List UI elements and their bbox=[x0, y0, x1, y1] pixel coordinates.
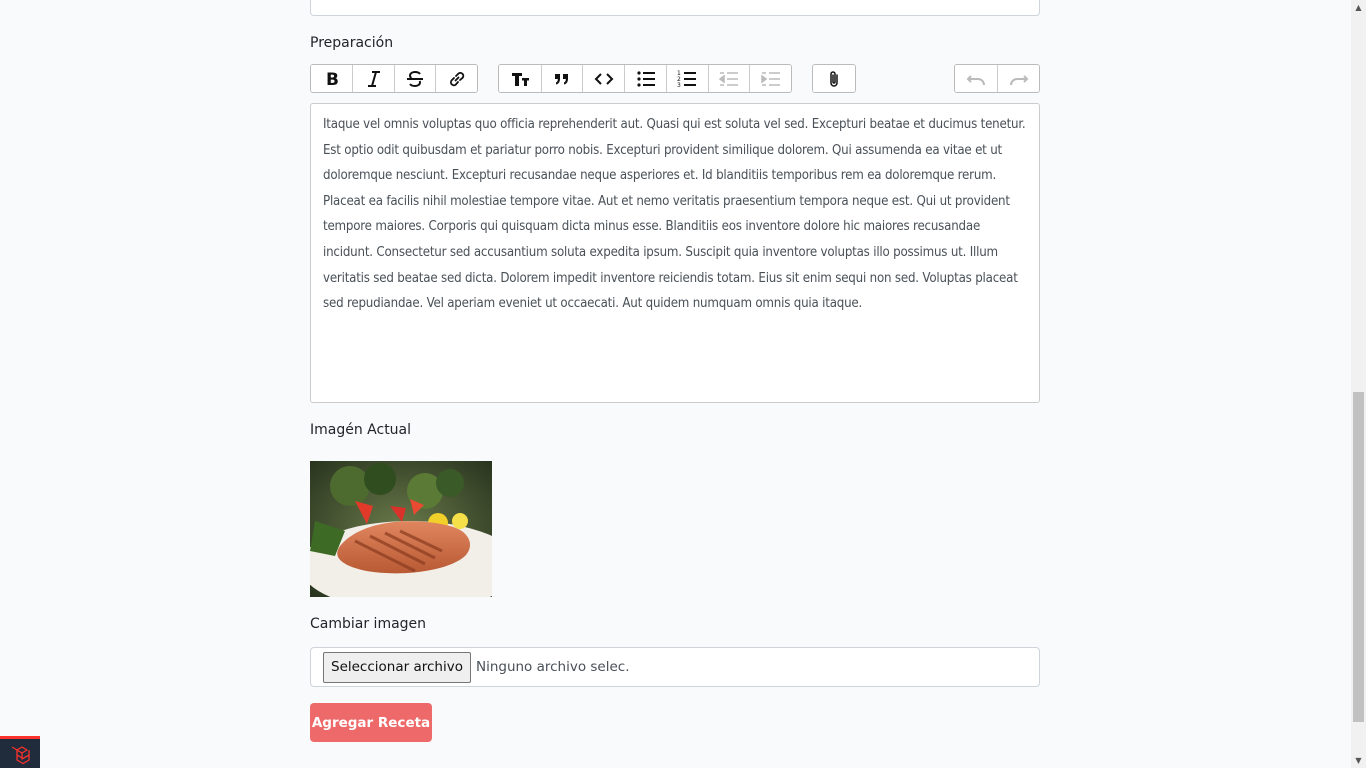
undo-button[interactable] bbox=[955, 65, 997, 92]
previous-field-input[interactable] bbox=[310, 0, 1040, 16]
attach-button[interactable] bbox=[813, 65, 855, 92]
change-image-label: Cambiar imagen bbox=[310, 616, 427, 632]
strikethrough-icon bbox=[407, 70, 424, 87]
preparation-editor[interactable]: Itaque vel omnis voluptas quo officia re… bbox=[310, 103, 1040, 403]
current-recipe-image bbox=[310, 461, 492, 597]
bold-button[interactable]: B bbox=[311, 65, 353, 92]
strikethrough-button[interactable] bbox=[393, 65, 436, 92]
italic-icon bbox=[367, 70, 380, 87]
code-icon bbox=[594, 72, 614, 85]
history-tools-group bbox=[954, 64, 1040, 93]
heading-icon bbox=[511, 72, 529, 86]
heading-button[interactable] bbox=[499, 65, 541, 92]
decrease-indent-button[interactable] bbox=[707, 65, 750, 92]
laravel-logo-icon bbox=[11, 745, 30, 764]
recipe-edit-page: Preparación B 1 2 3 Itaque vel omnis vol… bbox=[0, 0, 1366, 768]
numbered-list-icon: 123 bbox=[677, 70, 697, 89]
editor-toolbar: B 1 2 3 bbox=[310, 64, 1040, 93]
quote-button[interactable] bbox=[540, 65, 583, 92]
code-button[interactable] bbox=[582, 65, 625, 92]
bullet-list-icon bbox=[636, 70, 655, 87]
svg-text:3: 3 bbox=[677, 82, 681, 89]
laravel-debug-badge[interactable] bbox=[0, 736, 40, 768]
decrease-indent-icon bbox=[718, 71, 738, 86]
bullet-list-button[interactable] bbox=[624, 65, 666, 92]
text-tools-group: B bbox=[310, 64, 478, 93]
page-scrollbar[interactable]: ▲ ▼ bbox=[1351, 0, 1366, 768]
file-tools-group bbox=[812, 64, 856, 93]
preparation-label: Preparación bbox=[310, 35, 394, 51]
link-icon bbox=[449, 71, 464, 86]
attach-icon bbox=[830, 70, 838, 87]
scroll-down-icon[interactable]: ▼ bbox=[1354, 756, 1363, 765]
submit-recipe-button[interactable]: Agregar Receta bbox=[310, 703, 432, 742]
redo-button[interactable] bbox=[997, 65, 1039, 92]
scroll-up-icon[interactable]: ▲ bbox=[1354, 3, 1363, 12]
scroll-thumb[interactable] bbox=[1353, 392, 1364, 722]
choose-file-button[interactable]: Seleccionar archivo bbox=[323, 651, 471, 683]
increase-indent-button[interactable] bbox=[749, 65, 791, 92]
quote-icon bbox=[555, 73, 569, 84]
block-tools-group: 123 bbox=[498, 64, 792, 93]
numbered-list-button[interactable]: 123 bbox=[665, 65, 708, 92]
undo-icon bbox=[966, 74, 985, 85]
italic-button[interactable] bbox=[352, 65, 394, 92]
svg-text:B: B bbox=[326, 70, 339, 89]
current-image-label: Imagén Actual bbox=[310, 422, 412, 438]
image-file-input[interactable]: Seleccionar archivo Ninguno archivo sele… bbox=[310, 647, 1040, 687]
file-status-text: Ninguno archivo selec. bbox=[475, 659, 630, 675]
bold-icon: B bbox=[326, 70, 339, 89]
redo-icon bbox=[1009, 74, 1028, 85]
increase-indent-icon bbox=[760, 71, 780, 86]
link-button[interactable] bbox=[435, 65, 477, 92]
